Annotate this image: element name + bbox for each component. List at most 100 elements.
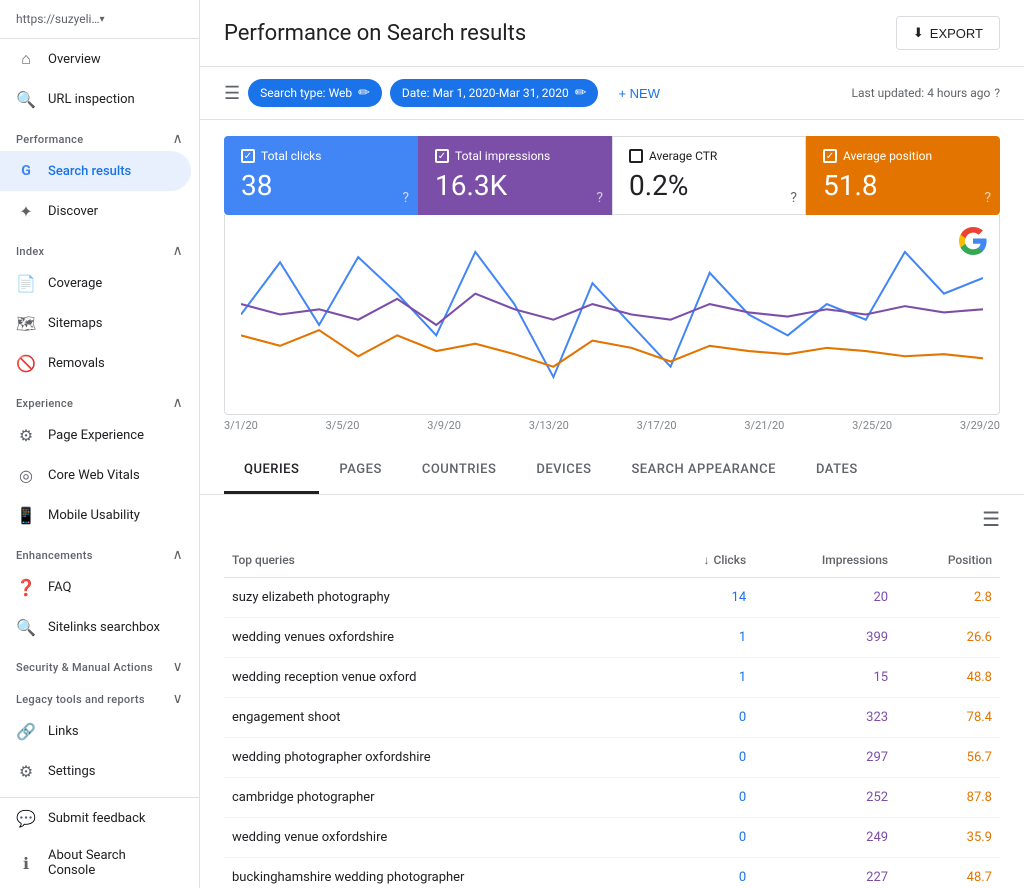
clicks-help-icon: ? xyxy=(402,190,409,206)
removals-icon: 🚫 xyxy=(16,353,36,373)
metric-card-position[interactable]: Average position 51.8 ? xyxy=(806,136,1000,215)
tab-devices[interactable]: DEVICES xyxy=(516,448,611,494)
sidebar-item-about[interactable]: ℹ About Search Console xyxy=(0,838,191,888)
security-toggle[interactable]: ∨ xyxy=(172,659,183,675)
sidebar-item-search-results[interactable]: G Search results xyxy=(0,151,191,191)
feedback-icon: 💬 xyxy=(16,808,36,828)
sidebar-item-core-web-vitals[interactable]: ◎ Core Web Vitals xyxy=(0,455,191,495)
tab-pages[interactable]: PAGES xyxy=(319,448,401,494)
sidebar-item-sitelinks-searchbox[interactable]: 🔍 Sitelinks searchbox xyxy=(0,607,191,647)
sidebar-item-faq[interactable]: ❓ FAQ xyxy=(0,567,191,607)
table-row[interactable]: wedding venues oxfordshire 1 399 26.6 xyxy=(224,618,1000,658)
page-experience-icon: ⚙ xyxy=(16,425,36,445)
export-label: EXPORT xyxy=(930,26,983,41)
sidebar-item-mobile-usability[interactable]: 📱 Mobile Usability xyxy=(0,495,191,535)
page-title: Performance on Search results xyxy=(224,21,526,46)
cell-impressions-3: 323 xyxy=(754,698,896,738)
chart-area xyxy=(224,215,1000,415)
table-row[interactable]: wedding venue oxfordshire 0 249 35.9 xyxy=(224,818,1000,858)
date-chip[interactable]: Date: Mar 1, 2020-Mar 31, 2020 ✏ xyxy=(390,79,599,107)
legacy-toggle[interactable]: ∨ xyxy=(172,691,183,707)
tab-queries[interactable]: QUERIES xyxy=(224,448,319,494)
table-row[interactable]: cambridge photographer 0 252 87.8 xyxy=(224,778,1000,818)
table-row[interactable]: engagement shoot 0 323 78.4 xyxy=(224,698,1000,738)
ctr-label: Average CTR xyxy=(649,149,717,163)
sidebar-item-links[interactable]: 🔗 Links xyxy=(0,711,191,751)
x-label-0: 3/1/20 xyxy=(224,419,258,432)
sitemaps-icon: 🗺 xyxy=(16,313,36,333)
tab-pages-label: PAGES xyxy=(339,462,381,477)
new-filter-button[interactable]: + NEW xyxy=(606,80,672,107)
table-row[interactable]: wedding photographer oxfordshire 0 297 5… xyxy=(224,738,1000,778)
info-icon: ℹ xyxy=(16,853,36,873)
table-header-row: Top queries ↓ Clicks Impressions Positio… xyxy=(224,543,1000,578)
clicks-checkbox[interactable] xyxy=(241,149,255,163)
ctr-help-icon: ? xyxy=(790,190,797,206)
site-chevron: ▾ xyxy=(100,14,184,25)
sidebar-label-url-inspection: URL inspection xyxy=(48,92,135,107)
index-toggle[interactable]: ∧ xyxy=(172,243,183,259)
metric-card-ctr[interactable]: Average CTR 0.2% ? xyxy=(612,136,806,215)
header-clicks[interactable]: ↓ Clicks xyxy=(653,543,754,578)
chart-x-axis: 3/1/20 3/5/20 3/9/20 3/13/20 3/17/20 3/2… xyxy=(224,415,1000,432)
table-filter-icon[interactable]: ☰ xyxy=(982,507,1000,531)
legacy-section-header[interactable]: Legacy tools and reports ∨ xyxy=(0,679,199,711)
metrics-row: Total clicks 38 ? Total impressions 16.3… xyxy=(200,120,1024,215)
sidebar-item-settings[interactable]: ⚙ Settings xyxy=(0,751,191,791)
sidebar-label-mobile-usability: Mobile Usability xyxy=(48,508,140,523)
impressions-checkbox[interactable] xyxy=(435,149,449,163)
cell-query-6: wedding venue oxfordshire xyxy=(224,818,653,858)
export-button[interactable]: ⬇ EXPORT xyxy=(896,16,1000,50)
position-help-icon: ? xyxy=(984,190,991,206)
tab-search-appearance[interactable]: SEARCH APPEARANCE xyxy=(611,448,796,494)
performance-toggle[interactable]: ∧ xyxy=(172,131,183,147)
sidebar-item-url-inspection[interactable]: 🔍 URL inspection xyxy=(0,79,191,119)
sidebar-item-overview[interactable]: ⌂ Overview xyxy=(0,39,191,79)
search-type-chip[interactable]: Search type: Web ✏ xyxy=(248,79,382,107)
cell-query-3: engagement shoot xyxy=(224,698,653,738)
sidebar-item-removals[interactable]: 🚫 Removals xyxy=(0,343,191,383)
cell-clicks-6: 0 xyxy=(653,818,754,858)
table-row[interactable]: buckinghamshire wedding photographer 0 2… xyxy=(224,858,1000,888)
tab-devices-label: DEVICES xyxy=(536,462,591,477)
header-position[interactable]: Position xyxy=(896,543,1000,578)
impressions-label: Total impressions xyxy=(455,149,550,163)
table-row[interactable]: suzy elizabeth photography 14 20 2.8 xyxy=(224,578,1000,618)
filter-bar: ☰ Search type: Web ✏ Date: Mar 1, 2020-M… xyxy=(200,67,1024,120)
header-impressions[interactable]: Impressions xyxy=(754,543,896,578)
cell-position-5: 87.8 xyxy=(896,778,1000,818)
edit-icon: ✏ xyxy=(358,85,370,101)
cell-impressions-2: 15 xyxy=(754,658,896,698)
cell-clicks-1: 1 xyxy=(653,618,754,658)
metric-card-impressions[interactable]: Total impressions 16.3K ? xyxy=(418,136,612,215)
tab-countries[interactable]: COUNTRIES xyxy=(402,448,517,494)
sidebar-item-coverage[interactable]: 📄 Coverage xyxy=(0,263,191,303)
metric-card-clicks[interactable]: Total clicks 38 ? xyxy=(224,136,418,215)
sidebar-label-about: About Search Console xyxy=(48,848,175,878)
ctr-checkbox[interactable] xyxy=(629,149,643,163)
experience-toggle[interactable]: ∧ xyxy=(172,395,183,411)
tab-dates[interactable]: DATES xyxy=(796,448,878,494)
table-toolbar: ☰ xyxy=(224,495,1000,543)
sitelinks-icon: 🔍 xyxy=(16,617,36,637)
site-selector[interactable]: https://suzyelizabethphotogr... ▾ xyxy=(0,0,199,39)
sidebar-label-core-web-vitals: Core Web Vitals xyxy=(48,468,140,483)
main-content: Performance on Search results ⬇ EXPORT ☰… xyxy=(200,0,1024,888)
cell-clicks-3: 0 xyxy=(653,698,754,738)
sidebar-item-page-experience[interactable]: ⚙ Page Experience xyxy=(0,415,191,455)
sidebar-item-discover[interactable]: ✦ Discover xyxy=(0,191,191,231)
x-label-2: 3/9/20 xyxy=(427,419,461,432)
table-row[interactable]: wedding reception venue oxford 1 15 48.8 xyxy=(224,658,1000,698)
experience-label: Experience xyxy=(16,397,73,410)
core-web-vitals-icon: ◎ xyxy=(16,465,36,485)
security-section-header[interactable]: Security & Manual Actions ∨ xyxy=(0,647,199,679)
position-checkbox[interactable] xyxy=(823,149,837,163)
header-query: Top queries xyxy=(224,543,653,578)
clicks-label: Total clicks xyxy=(261,149,321,163)
x-label-1: 3/5/20 xyxy=(326,419,360,432)
x-label-7: 3/29/20 xyxy=(960,419,1000,432)
enhancements-toggle[interactable]: ∧ xyxy=(172,547,183,563)
sidebar-item-sitemaps[interactable]: 🗺 Sitemaps xyxy=(0,303,191,343)
sidebar-item-submit-feedback[interactable]: 💬 Submit feedback xyxy=(0,798,191,838)
cell-query-5: cambridge photographer xyxy=(224,778,653,818)
